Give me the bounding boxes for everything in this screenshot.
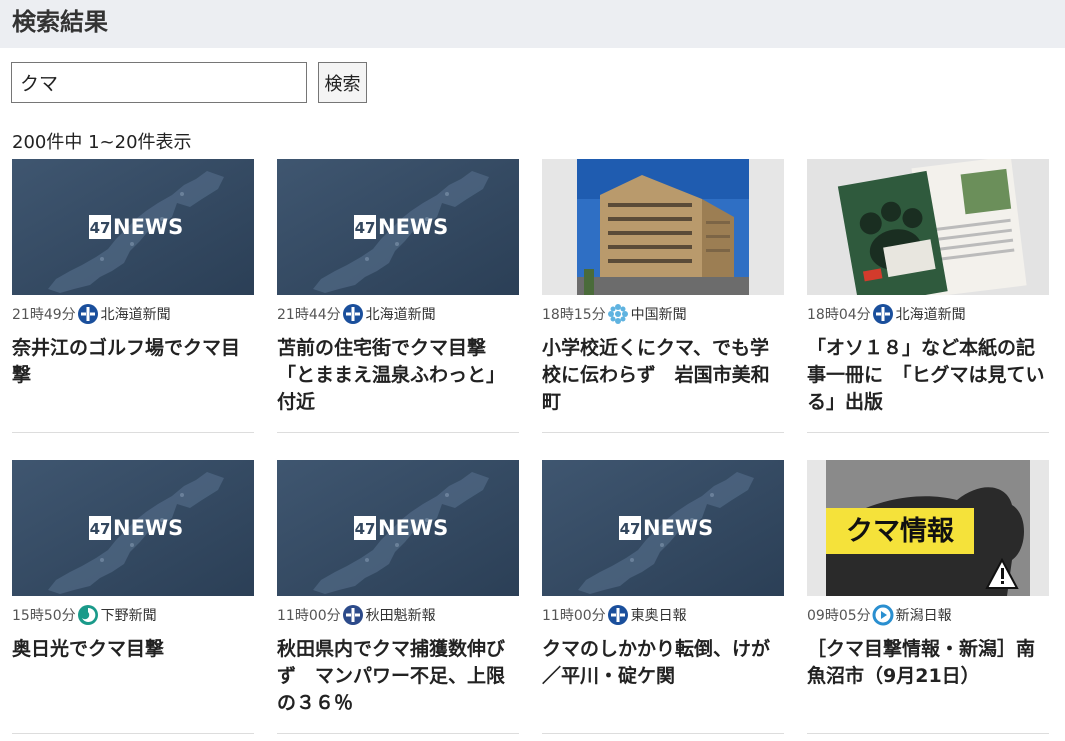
- page-title: 検索結果: [12, 8, 108, 36]
- card-divider: [542, 432, 784, 433]
- article-meta: 15時50分 下野新聞: [12, 603, 254, 627]
- article-source: 中国新聞: [630, 307, 687, 323]
- article-thumbnail[interactable]: 47 NEWS: [277, 460, 519, 596]
- card-divider: [12, 432, 254, 433]
- card-divider: [277, 733, 519, 734]
- hokkaido-shimbun-logo-icon: [872, 304, 893, 324]
- article-thumbnail[interactable]: 47 NEWS: [277, 159, 519, 295]
- article-thumbnail[interactable]: 47 NEWS: [12, 159, 254, 295]
- article-title[interactable]: 秋田県内でクマ捕獲数伸びず マンパワー不足、上限の３６％: [277, 636, 519, 717]
- article-source: 新潟日報: [895, 608, 952, 624]
- article-thumbnail[interactable]: 47 NEWS: [542, 460, 784, 596]
- search-button[interactable]: 検索: [318, 62, 367, 103]
- article-title[interactable]: 苫前の住宅街でクマ目撃「とままえ温泉ふわっと」付近: [277, 335, 519, 416]
- article-title[interactable]: クマのしかかり転倒、けが／平川・碇ケ関: [542, 636, 784, 690]
- article-thumbnail[interactable]: [542, 159, 784, 295]
- page-header: 検索結果: [0, 0, 1065, 48]
- article-source: 秋田魁新報: [365, 608, 436, 624]
- article-meta: 21時49分 北海道新聞: [12, 302, 254, 326]
- article-source: 下野新聞: [100, 608, 157, 624]
- svg-text:47: 47: [90, 520, 111, 538]
- article-time: 11時00分: [542, 608, 606, 624]
- article-meta: 09時05分 新潟日報: [807, 603, 1049, 627]
- article-source: 北海道新聞: [895, 307, 966, 323]
- article-meta: 18時04分 北海道新聞: [807, 302, 1049, 326]
- article-source: 東奥日報: [630, 608, 687, 624]
- card-divider: [807, 733, 1049, 734]
- article-time: 11時00分: [277, 608, 341, 624]
- thumbnail-logo-text: NEWS: [378, 516, 448, 540]
- card-divider: [807, 432, 1049, 433]
- chugoku-shimbun-logo-icon: [607, 304, 628, 324]
- svg-text:47: 47: [355, 219, 376, 237]
- card-divider: [542, 733, 784, 734]
- thumbnail-logo-text: NEWS: [113, 215, 183, 239]
- hokkaido-shimbun-logo-icon: [77, 304, 98, 324]
- svg-text:47: 47: [355, 520, 376, 538]
- article-thumbnail[interactable]: クマ情報: [807, 460, 1049, 596]
- article-meta: 11時00分 東奥日報: [542, 603, 784, 627]
- article-time: 15時50分: [12, 608, 76, 624]
- article-meta: 11時00分 秋田魁新報: [277, 603, 519, 627]
- article-source: 北海道新聞: [100, 307, 171, 323]
- search-input[interactable]: [11, 62, 307, 103]
- niigata-nippo-logo-icon: [872, 604, 894, 626]
- article-title[interactable]: 「オソ１８」など本紙の記事一冊に 「ヒグマは見ている」出版: [807, 335, 1049, 416]
- article-title[interactable]: 奥日光でクマ目撃: [12, 636, 254, 663]
- card-divider: [12, 733, 254, 734]
- article-meta: 21時44分 北海道新聞: [277, 302, 519, 326]
- article-meta: 18時15分 中国新聞: [542, 302, 784, 326]
- svg-text:47: 47: [90, 219, 111, 237]
- shimotsuke-shimbun-logo-icon: [77, 605, 98, 625]
- akita-sakigake-logo-icon: [342, 605, 363, 625]
- too-nippo-logo-icon: [607, 605, 628, 625]
- article-thumbnail[interactable]: [807, 159, 1049, 295]
- result-count: 200件中 1~20件表示: [12, 132, 192, 153]
- thumbnail-logo-text: NEWS: [643, 516, 713, 540]
- article-time: 21時44分: [277, 307, 341, 323]
- article-title[interactable]: 奈井江のゴルフ場でクマ目撃: [12, 335, 254, 389]
- card-divider: [277, 432, 519, 433]
- svg-text:47: 47: [620, 520, 641, 538]
- article-thumbnail[interactable]: 47 NEWS: [12, 460, 254, 596]
- hokkaido-shimbun-logo-icon: [342, 304, 363, 324]
- article-title[interactable]: ［クマ目撃情報・新潟］南魚沼市（9月21日）: [807, 636, 1049, 690]
- article-source: 北海道新聞: [365, 307, 436, 323]
- thumbnail-logo-text: NEWS: [113, 516, 183, 540]
- article-time: 09時05分: [807, 608, 871, 624]
- article-time: 18時15分: [542, 307, 606, 323]
- svg-text:クマ情報: クマ情報: [846, 516, 955, 547]
- article-time: 18時04分: [807, 307, 871, 323]
- article-title[interactable]: 小学校近くにクマ、でも学校に伝わらず 岩国市美和町: [542, 335, 784, 416]
- article-time: 21時49分: [12, 307, 76, 323]
- results-grid: 47 NEWS 21時49分 北海道新聞 奈井江のゴルフ場でクマ目撃 47 NEWS 21時4…: [12, 159, 1062, 741]
- thumbnail-logo-text: NEWS: [378, 215, 448, 239]
